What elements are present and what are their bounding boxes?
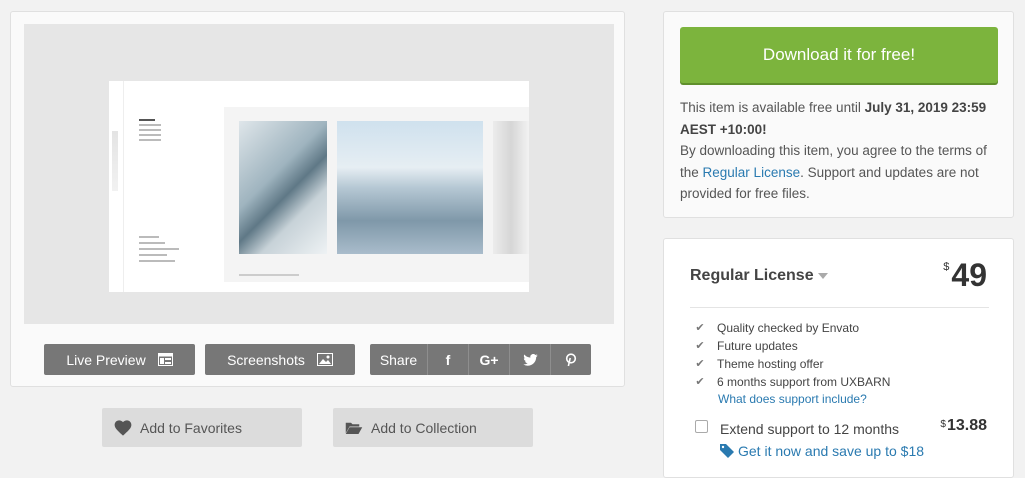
feature-item: ✔ Future updates: [695, 339, 798, 353]
extend-support-checkbox[interactable]: [695, 420, 708, 433]
regular-license-link[interactable]: Regular License: [703, 165, 801, 180]
add-to-favorites-button[interactable]: Add to Favorites: [102, 408, 302, 447]
check-icon: ✔: [695, 322, 705, 334]
check-icon: ✔: [695, 376, 705, 388]
share-label: Share: [370, 344, 428, 375]
free-notice: This item is available free until July 3…: [680, 100, 987, 201]
feature-list: ✔ Quality checked by Envato ✔ Future updat…: [694, 319, 890, 391]
pinterest-icon[interactable]: [551, 344, 591, 375]
image-icon: [316, 353, 333, 366]
extend-price: $ 13.88: [940, 417, 987, 434]
support-info-link[interactable]: What does support include?: [718, 392, 867, 406]
live-preview-label: Live Preview: [66, 351, 146, 368]
facebook-icon[interactable]: f: [428, 344, 469, 375]
license-selector[interactable]: Regular License: [690, 267, 828, 285]
license-card: Regular License $ 49 ✔ Quality checked by…: [663, 238, 1014, 478]
license-price: $ 49: [943, 257, 987, 293]
favorites-label: Add to Favorites: [140, 419, 242, 436]
share-bar: Share f G+: [370, 344, 591, 375]
check-icon: ✔: [695, 358, 705, 370]
license-title: Regular License: [690, 267, 814, 284]
heart-icon: [114, 419, 132, 436]
screenshots-button[interactable]: Screenshots: [205, 344, 355, 375]
tag-icon: [720, 444, 734, 458]
layout-icon: [157, 353, 173, 366]
download-free-button[interactable]: Download it for free!: [680, 27, 998, 83]
extend-support-label[interactable]: Extend support to 12 months: [720, 421, 899, 437]
preview-image[interactable]: [24, 24, 614, 324]
twitter-icon[interactable]: [510, 344, 551, 375]
divider: [690, 307, 989, 308]
caret-down-icon: [817, 272, 828, 279]
feature-item: ✔ Theme hosting offer: [695, 357, 824, 371]
free-download-card: Download it for free! This item is avail…: [663, 11, 1014, 218]
feature-item: ✔ 6 months support from UXBARN: [695, 375, 891, 389]
collection-label: Add to Collection: [371, 419, 477, 436]
item-preview-card: Live Preview Screenshots Share f G+: [10, 11, 625, 387]
google-plus-icon[interactable]: G+: [469, 344, 510, 375]
screenshots-label: Screenshots: [227, 351, 305, 368]
check-icon: ✔: [695, 340, 705, 352]
add-to-collection-button[interactable]: Add to Collection: [333, 408, 533, 447]
save-offer-link[interactable]: Get it now and save up to $18: [720, 443, 924, 459]
feature-item: ✔ Quality checked by Envato: [695, 321, 860, 335]
live-preview-button[interactable]: Live Preview: [44, 344, 195, 375]
folder-open-icon: [345, 422, 363, 434]
theme-screenshot: [109, 81, 529, 292]
